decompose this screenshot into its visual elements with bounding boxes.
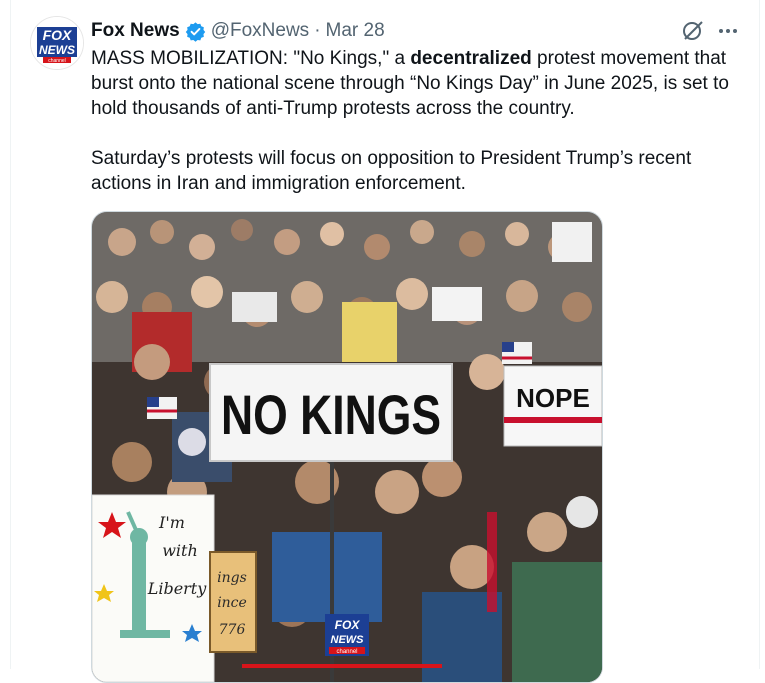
tweet-paragraph-1: MASS MOBILIZATION: "No Kings," a decentr… bbox=[91, 46, 741, 121]
watermark-line3: channel bbox=[336, 649, 357, 655]
tweet-text: MASS MOBILIZATION: "No Kings," a decentr… bbox=[91, 46, 741, 196]
nope-text: NOPE bbox=[516, 383, 590, 413]
partial-line3: 776 bbox=[219, 622, 246, 638]
avatar[interactable]: FOX NEWS channel bbox=[30, 16, 84, 70]
fox-news-logo: FOX NEWS channel bbox=[31, 17, 83, 69]
fox-watermark: FOX NEWS channel bbox=[325, 614, 369, 656]
watermark-line2: NEWS bbox=[331, 634, 365, 646]
logo-line3: channel bbox=[48, 58, 66, 64]
grok-icon[interactable] bbox=[680, 18, 706, 44]
liberty-line2: with bbox=[162, 541, 198, 560]
tweet-photo[interactable]: NO KINGS NOPE I'm with Liberty ings ince bbox=[91, 211, 603, 683]
separator-dot: · bbox=[314, 20, 321, 41]
text-prefix: MASS MOBILIZATION: "No Kings," a bbox=[91, 48, 411, 69]
liberty-line3: Liberty bbox=[147, 579, 208, 598]
liberty-sign: I'm with Liberty bbox=[92, 494, 215, 682]
more-icon[interactable] bbox=[715, 18, 741, 44]
main-sign-text: NO KINGS bbox=[221, 383, 441, 446]
verified-badge-icon[interactable] bbox=[185, 21, 206, 42]
author-handle[interactable]: @FoxNews bbox=[211, 20, 309, 42]
author-name[interactable]: Fox News bbox=[91, 20, 180, 42]
logo-line2: NEWS bbox=[39, 43, 75, 57]
nope-sign: NOPE bbox=[503, 365, 602, 447]
protest-photo: NO KINGS NOPE I'm with Liberty ings ince bbox=[92, 212, 602, 682]
text-bold: decentralized bbox=[410, 48, 532, 69]
partial-line2: ince bbox=[217, 595, 247, 611]
watermark-line1: FOX bbox=[335, 618, 361, 632]
partial-sign: ings ince 776 bbox=[209, 551, 257, 653]
partial-line1: ings bbox=[217, 570, 247, 586]
tweet-header: Fox News @FoxNews · Mar 28 bbox=[91, 19, 385, 43]
liberty-line1: I'm bbox=[158, 513, 185, 532]
logo-line1: FOX bbox=[43, 27, 73, 43]
tweet-date[interactable]: Mar 28 bbox=[326, 20, 385, 42]
tweet-paragraph-2: Saturday’s protests will focus on opposi… bbox=[91, 148, 692, 194]
